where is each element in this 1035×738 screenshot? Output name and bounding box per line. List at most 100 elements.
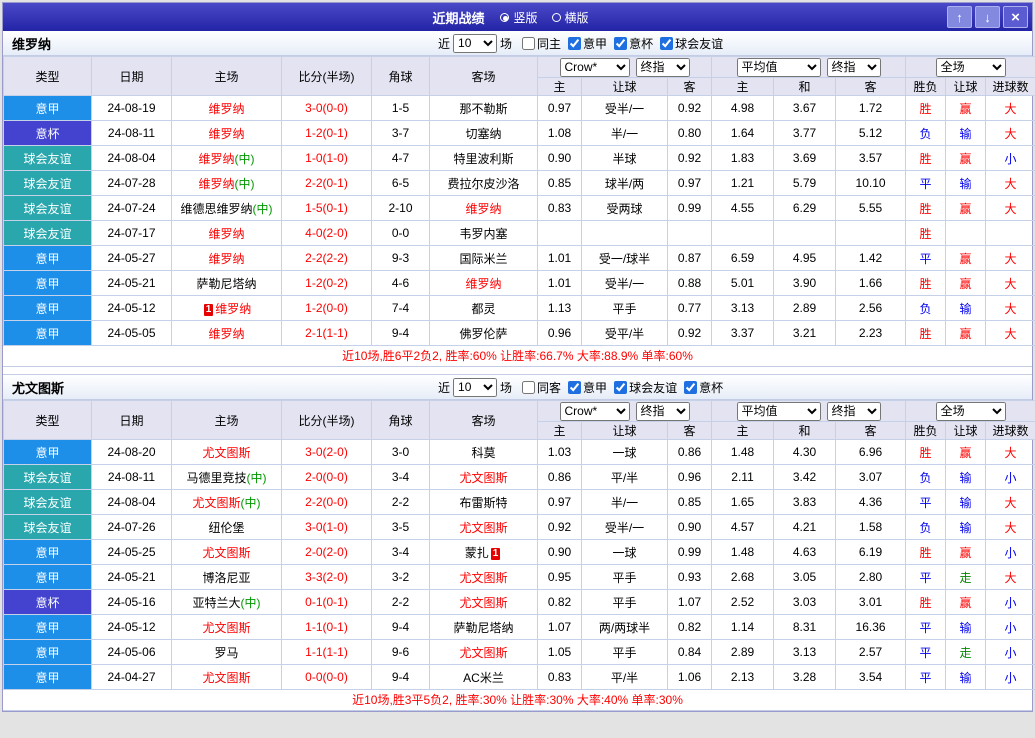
odds-company-select[interactable]: Crow* [559, 57, 630, 77]
corner-score: 4-6 [371, 270, 430, 296]
neutral-venue-tag: (中) [234, 151, 255, 166]
table-row: 球会友谊 24-07-17 维罗纳 4-0(2-0) 0-0 韦罗内塞 胜 [3, 220, 1035, 246]
away-team: 韦罗内塞 [429, 220, 538, 246]
handicap-line: 一球 [581, 439, 668, 465]
away-odds: 0.99 [666, 539, 713, 565]
team-link: 尤文图斯 [459, 595, 508, 610]
result-outcome: 胜 [905, 270, 947, 296]
close-button[interactable]: × [1003, 6, 1028, 28]
checkbox-label: 意甲 [583, 380, 608, 395]
odds-final-select[interactable]: 终指 [635, 401, 690, 421]
league-filter-1-checkbox[interactable] [568, 380, 582, 394]
same-side-filter[interactable]: 同客 [515, 379, 561, 396]
team-link: 尤文图斯 [202, 620, 251, 635]
result-goals: 小 [985, 539, 1035, 565]
home-odds: 0.83 [537, 195, 582, 221]
league-filter-2[interactable]: 意杯 [607, 35, 653, 52]
avg-home-odds: 1.14 [711, 614, 775, 640]
result-handicap: 输 [945, 170, 987, 196]
match-count-select[interactable]: 10 [453, 377, 498, 397]
scope-select[interactable]: 全场 [935, 57, 1006, 77]
handicap-line: 受两球 [581, 195, 668, 221]
match-date: 24-05-21 [91, 564, 172, 590]
odds-final-select[interactable]: 终指 [635, 57, 690, 77]
home-team: 萨勒尼塔纳 [171, 270, 282, 296]
team-link: 尤文图斯 [202, 545, 251, 560]
result-handicap: 走 [945, 564, 987, 590]
handicap-line: 平手 [581, 589, 668, 615]
league-filter-1-checkbox[interactable] [568, 36, 582, 50]
avg-draw-odds: 3.67 [773, 95, 837, 121]
away-odds: 0.99 [666, 195, 713, 221]
avg-draw-odds [773, 220, 837, 246]
result-handicap: 赢 [945, 145, 987, 171]
match-score: 1-2(0-2) [281, 270, 372, 296]
titlebar-buttons: ↑ ↓ × [947, 6, 1028, 28]
layout-option-horizontal[interactable]: 横版 [551, 9, 589, 26]
league-filter-1[interactable]: 意甲 [561, 35, 607, 52]
corner-score: 2-2 [371, 589, 430, 615]
home-team: 维罗纳 [171, 95, 282, 121]
handicap-line [581, 220, 668, 246]
league-filter-3[interactable]: 意杯 [677, 379, 723, 396]
home-team: 博洛尼亚 [171, 564, 282, 590]
handicap-line: 一球 [581, 539, 668, 565]
result-outcome: 胜 [905, 95, 947, 121]
table-row: 球会友谊 24-08-04 维罗纳(中) 1-0(1-0) 4-7 特里波利斯 0.90 半球… [3, 145, 1035, 171]
avg-draw-odds: 3.28 [773, 664, 837, 690]
league-filter-2-checkbox[interactable] [614, 36, 628, 50]
avg-odds-header: 平均值 终指 [711, 56, 907, 78]
subcolumn-header: 客 [835, 77, 907, 96]
scroll-up-button[interactable]: ↑ [947, 6, 972, 28]
handicap-line: 两/两球半 [581, 614, 668, 640]
match-date: 24-07-28 [91, 170, 172, 196]
league-filter-3[interactable]: 球会友谊 [653, 35, 723, 52]
home-team: 尤文图斯 [171, 614, 282, 640]
team-link: 亚特兰大 [192, 595, 241, 610]
avg-away-odds: 1.42 [835, 245, 907, 271]
avg-home-odds: 2.52 [711, 589, 775, 615]
result-handicap: 输 [945, 295, 987, 321]
league-filter-3-checkbox[interactable] [684, 380, 698, 394]
result-goals: 大 [985, 489, 1035, 515]
match-count-select[interactable]: 10 [453, 33, 498, 53]
league-filter-3-checkbox[interactable] [660, 36, 674, 50]
column-header: 比分(半场) [281, 56, 372, 96]
scroll-down-button[interactable]: ↓ [975, 6, 1000, 28]
league-filter-1[interactable]: 意甲 [561, 379, 607, 396]
layout-option-vertical[interactable]: 竖版 [500, 9, 538, 26]
match-date: 24-05-12 [91, 295, 172, 321]
subcolumn-header: 让球 [581, 421, 668, 440]
scope-select[interactable]: 全场 [935, 401, 1006, 421]
result-goals: 小 [985, 145, 1035, 171]
avg-odds-select[interactable]: 平均值 [736, 401, 821, 421]
table-row: 球会友谊 24-07-26 纽伦堡 3-0(1-0) 3-5 尤文图斯 0.92 受半/一 0.… [3, 514, 1035, 540]
odds-company-select[interactable]: Crow* [559, 401, 630, 421]
league-badge: 意甲 [3, 439, 92, 465]
same-side-filter-checkbox[interactable] [522, 36, 536, 50]
avg-final-select[interactable]: 终指 [826, 57, 881, 77]
avg-odds-select[interactable]: 平均值 [736, 57, 821, 77]
table-row: 意甲 24-05-21 萨勒尼塔纳 1-2(0-2) 4-6 维罗纳 1.01 受半/一 0.8… [3, 270, 1035, 296]
home-team: 维罗纳(中) [171, 145, 282, 171]
away-odds: 0.84 [666, 639, 713, 665]
subcolumn-header: 主 [537, 77, 582, 96]
table-row: 意甲 24-08-19 维罗纳 3-0(0-0) 1-5 那不勒斯 0.97 受半/一 0.92… [3, 95, 1035, 121]
home-odds [537, 220, 582, 246]
team-link: 特里波利斯 [453, 151, 514, 166]
avg-away-odds: 1.72 [835, 95, 907, 121]
league-filter-2-checkbox[interactable] [614, 380, 628, 394]
same-side-filter[interactable]: 同主 [515, 35, 561, 52]
column-header: 主场 [171, 400, 282, 440]
avg-final-select[interactable]: 终指 [826, 401, 881, 421]
result-handicap: 输 [945, 489, 987, 515]
away-odds: 0.96 [666, 464, 713, 490]
results-table: 类型 日期 主场 比分(半场) 角球 客场 Crow* 终指 平均值 终指 全场主让球客主和客胜负让… [3, 400, 1035, 690]
team-link: 尤文图斯 [202, 445, 251, 460]
team-link: 都灵 [471, 301, 496, 316]
same-side-filter-checkbox[interactable] [522, 380, 536, 394]
result-outcome: 平 [905, 614, 947, 640]
match-date: 24-05-16 [91, 589, 172, 615]
home-odds: 1.01 [537, 270, 582, 296]
league-filter-2[interactable]: 球会友谊 [607, 379, 677, 396]
